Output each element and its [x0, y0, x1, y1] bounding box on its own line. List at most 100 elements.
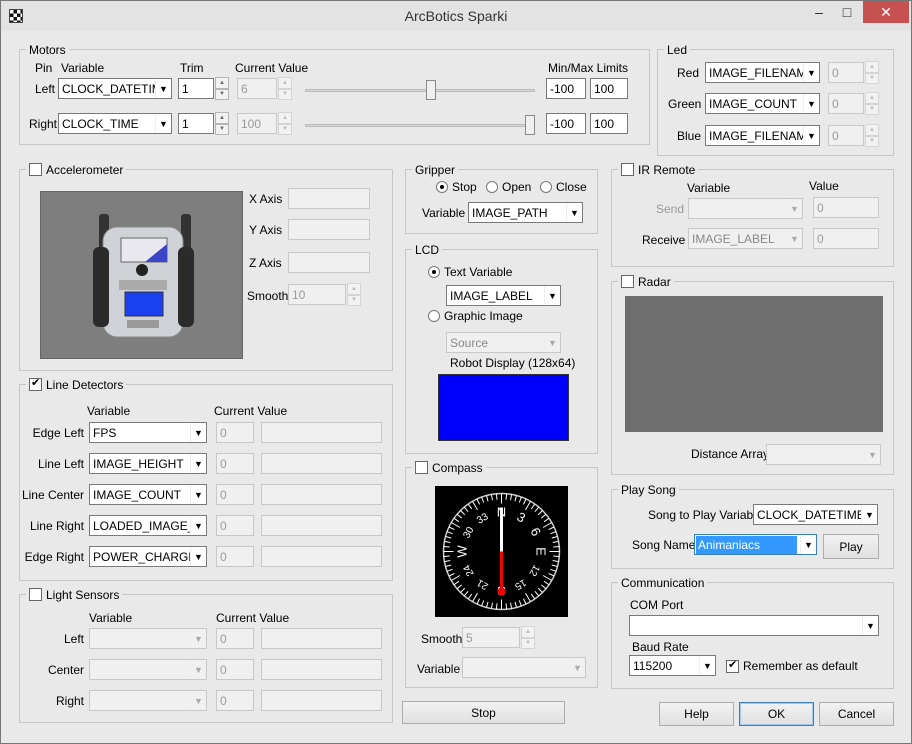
down-arrow-icon: ▼	[521, 637, 535, 649]
line-detector-current-value: 0	[216, 515, 254, 536]
line-detector-variable-dropdown[interactable]: POWER_CHARGE ▼	[89, 546, 207, 567]
song-variable-dropdown[interactable]: CLOCK_DATETIME ▼	[753, 504, 878, 525]
current-value-header: Current Value	[235, 61, 309, 75]
gripper-close-radio[interactable]: Close	[540, 180, 587, 194]
light-sensors-title: Light Sensors	[46, 587, 120, 602]
smooth-label: Smooth	[247, 289, 289, 303]
down-arrow-icon: ▼	[278, 123, 292, 135]
play-song-group: Play Song Song to Play Variable CLOCK_DA…	[611, 482, 894, 569]
com-port-dropdown[interactable]: ▼	[629, 615, 879, 636]
up-arrow-icon: ▲	[347, 283, 361, 295]
led-blue-value: 0	[828, 125, 864, 146]
compass-checkbox[interactable]	[415, 461, 428, 474]
cancel-button[interactable]: Cancel	[819, 702, 894, 726]
minimize-button[interactable]: –	[805, 1, 833, 23]
compass-smooth-input: 5	[462, 627, 520, 648]
right-trim-spinner[interactable]: ▲ ▼	[215, 112, 229, 135]
led-blue-dropdown[interactable]: IMAGE_FILENAME ▼	[705, 125, 820, 146]
down-arrow-icon: ▼	[347, 294, 361, 306]
up-arrow-icon: ▲	[865, 124, 879, 136]
radar-checkbox[interactable]	[621, 275, 634, 288]
right-motor-slider-thumb[interactable]	[525, 115, 535, 135]
chevron-down-icon: ▼	[803, 94, 819, 113]
ls-variable-header: Variable	[89, 611, 133, 625]
z-axis-value	[288, 252, 370, 273]
led-red-dropdown[interactable]: IMAGE_FILENAME ▼	[705, 62, 820, 83]
light-sensor-row-label: Right	[55, 694, 84, 708]
left-motor-slider-thumb[interactable]	[426, 80, 436, 100]
chevron-down-icon: ▼	[544, 286, 560, 305]
right-min-input[interactable]: -100	[546, 113, 586, 134]
led-green-dropdown[interactable]: IMAGE_COUNT ▼	[705, 93, 820, 114]
gripper-title: Gripper	[415, 162, 456, 177]
left-min-input[interactable]: -100	[546, 78, 586, 99]
song-name-label: Song Name	[632, 538, 696, 552]
line-detector-current-value: 0	[216, 453, 254, 474]
lcd-graphic-image-radio[interactable]: Graphic Image	[428, 309, 523, 323]
line-detector-value-bar	[261, 453, 382, 474]
led-blue-spinner: ▲ ▼	[865, 124, 879, 147]
play-song-button[interactable]: Play	[823, 534, 879, 559]
right-current-spinner: ▲ ▼	[278, 112, 292, 135]
right-max-input[interactable]: 100	[590, 113, 628, 134]
left-motor-label: Left	[35, 82, 56, 96]
accelerometer-checkbox[interactable]	[29, 163, 42, 176]
accelerometer-smooth-input: 10	[288, 284, 346, 305]
variable-header: Variable	[61, 61, 105, 75]
close-button[interactable]: ✕	[863, 1, 909, 23]
ld-variable-header: Variable	[87, 404, 131, 418]
gripper-stop-radio[interactable]: Stop	[436, 180, 477, 194]
line-detector-value-bar	[261, 546, 382, 567]
line-detector-variable-dropdown[interactable]: FPS ▼	[89, 422, 207, 443]
light-sensors-checkbox[interactable]	[29, 588, 42, 601]
line-detector-variable-dropdown[interactable]: IMAGE_COUNT ▼	[89, 484, 207, 505]
light-sensor-value-bar	[261, 690, 382, 711]
compass-dial: N36E1215S2124W3033	[435, 486, 568, 617]
left-motor-variable-dropdown[interactable]: CLOCK_DATETIME ▼	[58, 78, 172, 99]
down-arrow-icon: ▼	[215, 123, 229, 135]
robot-display-label: Robot Display (128x64)	[450, 356, 576, 370]
stop-button[interactable]: Stop	[402, 701, 565, 724]
chevron-down-icon: ▼	[190, 485, 206, 504]
left-current-spinner: ▲ ▼	[278, 77, 292, 100]
right-motor-variable-dropdown[interactable]: CLOCK_TIME ▼	[58, 113, 172, 134]
light-sensor-variable-dropdown: ▼	[89, 659, 207, 680]
radio-icon	[428, 310, 440, 322]
remember-default-checkbox[interactable]: Remember as default	[726, 658, 858, 673]
gripper-open-radio[interactable]: Open	[486, 180, 531, 194]
right-trim-input[interactable]: 1	[178, 113, 214, 134]
help-button[interactable]: Help	[659, 702, 734, 726]
line-detector-variable-dropdown[interactable]: IMAGE_HEIGHT ▼	[89, 453, 207, 474]
right-motor-slider-track[interactable]	[305, 124, 535, 127]
led-green-value: 0	[828, 93, 864, 114]
gripper-variable-dropdown[interactable]: IMAGE_PATH ▼	[468, 202, 583, 223]
left-trim-input[interactable]: 1	[178, 78, 214, 99]
maximize-button[interactable]: □	[833, 1, 861, 23]
left-max-input[interactable]: 100	[590, 78, 628, 99]
chevron-down-icon: ▼	[544, 333, 560, 352]
baud-rate-dropdown[interactable]: 115200 ▼	[629, 655, 716, 676]
lcd-text-variable-radio[interactable]: Text Variable	[428, 265, 512, 279]
left-trim-spinner[interactable]: ▲ ▼	[215, 77, 229, 100]
chevron-down-icon: ▼	[190, 691, 206, 710]
line-detectors-checkbox[interactable]	[29, 376, 42, 391]
light-sensor-variable-dropdown: ▼	[89, 628, 207, 649]
robot-display-screen	[438, 374, 569, 441]
up-arrow-icon: ▲	[865, 61, 879, 73]
app-window: ArcBotics Sparki – □ ✕ Motors Pin Variab…	[0, 0, 912, 744]
distance-array-label: Distance Array	[691, 447, 770, 461]
lcd-text-variable-dropdown[interactable]: IMAGE_LABEL ▼	[446, 285, 561, 306]
ok-button[interactable]: OK	[739, 702, 814, 726]
chevron-down-icon: ▼	[190, 516, 206, 535]
song-name-dropdown[interactable]: Animaniacs ▼	[694, 534, 817, 555]
left-motor-slider-track[interactable]	[305, 89, 535, 92]
radio-icon	[540, 181, 552, 193]
compass-dial-label: W	[455, 545, 470, 558]
motors-title: Motors	[29, 42, 66, 57]
gripper-group: Gripper Stop Open Close Variable IMAGE_P…	[405, 162, 598, 234]
line-detector-variable-dropdown[interactable]: LOADED_IMAGE_S ▼	[89, 515, 207, 536]
led-green-spinner: ▲ ▼	[865, 92, 879, 115]
title-bar[interactable]: ArcBotics Sparki – □ ✕	[1, 1, 911, 31]
ir-remote-checkbox[interactable]	[621, 163, 634, 176]
compass-needle-pivot	[497, 587, 506, 596]
